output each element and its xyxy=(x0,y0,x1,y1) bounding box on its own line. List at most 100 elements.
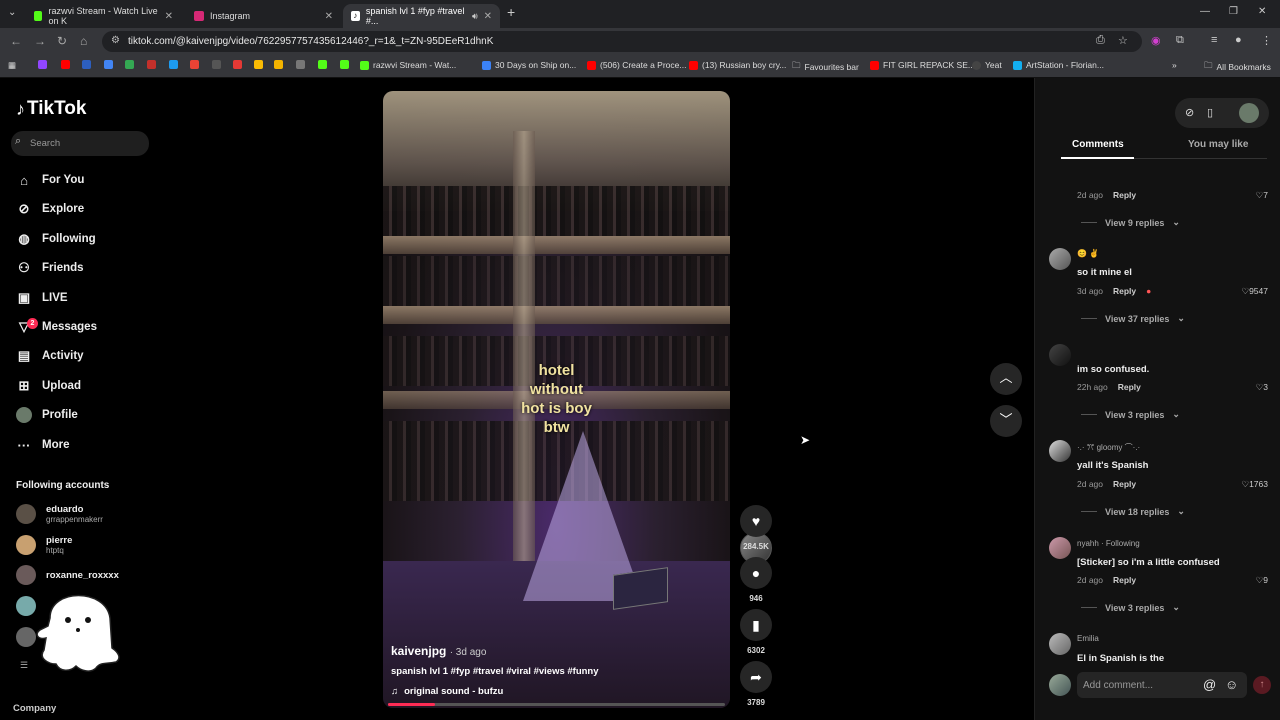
apps-icon[interactable]: ▦ xyxy=(8,60,16,71)
bookmark-folder[interactable]: 🗀 Favourites bar xyxy=(792,60,859,74)
reply-button[interactable]: Reply xyxy=(1113,286,1136,296)
all-bookmarks[interactable]: 🗀 All Bookmarks xyxy=(1204,60,1271,74)
extensions-icon[interactable]: ⧉ xyxy=(1176,34,1184,47)
maximize-button[interactable]: ❐ xyxy=(1229,6,1238,17)
bookmark-icon[interactable] xyxy=(254,60,263,69)
profile-avatar[interactable]: ● xyxy=(1235,34,1242,46)
new-tab-button[interactable]: + xyxy=(507,4,515,20)
comment-like[interactable]: ♡3 xyxy=(1256,382,1268,393)
tab-you-may-like[interactable]: You may like xyxy=(1188,139,1248,150)
bookmark-kick[interactable]: razwvi Stream - Wat... xyxy=(360,60,456,70)
nav-live[interactable]: ▣ LIVE xyxy=(16,288,68,308)
bookmark-icon[interactable] xyxy=(104,60,113,69)
comment-author[interactable]: Emilia xyxy=(1077,634,1099,643)
avatar[interactable] xyxy=(1049,633,1071,655)
bookmark-fitgirl[interactable]: FIT GIRL REPACK SE... xyxy=(870,60,975,70)
minimize-button[interactable]: — xyxy=(1200,6,1210,17)
nav-upload[interactable]: ⊞ Upload xyxy=(16,376,81,396)
home-icon[interactable]: ⌂ xyxy=(80,34,87,48)
comment-like[interactable]: ♡7 xyxy=(1256,190,1268,201)
share-button[interactable]: ➦ xyxy=(740,661,772,693)
close-icon[interactable]: ✕ xyxy=(325,11,333,22)
bookmark-icon[interactable] xyxy=(82,60,91,69)
reply-button[interactable]: Reply xyxy=(1118,382,1141,392)
video-author[interactable]: kaivenjpg · 3d ago xyxy=(391,644,486,658)
avatar[interactable] xyxy=(1049,248,1071,270)
back-icon[interactable]: ← xyxy=(10,34,22,48)
tab-search-icon[interactable]: ⌄ xyxy=(8,7,16,18)
avatar[interactable] xyxy=(1049,440,1071,462)
bookmark-youtube-2[interactable]: (13) Russian boy cry... xyxy=(689,60,786,70)
comment-author[interactable]: 😊 ✌ xyxy=(1077,249,1099,258)
tab-comments[interactable]: Comments xyxy=(1072,139,1124,150)
comment-button[interactable]: ● xyxy=(740,557,772,589)
menu-icon[interactable]: ⋮ xyxy=(1261,34,1272,47)
view-replies[interactable]: View 18 replies ⌄ xyxy=(1081,506,1185,517)
close-icon[interactable]: ✕ xyxy=(165,11,173,22)
bookmark-icon[interactable] xyxy=(125,60,134,69)
avatar[interactable] xyxy=(1239,103,1259,123)
bookmark-star-icon[interactable]: ☆ xyxy=(1118,34,1128,47)
nav-explore[interactable]: ⊘ Explore xyxy=(16,199,85,219)
forward-icon[interactable]: → xyxy=(34,34,46,48)
reload-icon[interactable]: ↻ xyxy=(57,34,67,48)
bookmark-icon[interactable] xyxy=(61,60,70,69)
bookmark-icon[interactable] xyxy=(212,60,221,69)
view-replies[interactable]: View 3 replies ⌄ xyxy=(1081,602,1180,613)
comment-author[interactable]: nyahh · Following xyxy=(1077,539,1140,548)
install-icon[interactable]: ⎙ xyxy=(1096,34,1105,47)
tab-instagram[interactable]: Instagram ✕ xyxy=(186,4,341,28)
video-sound[interactable]: ♫ original sound - bufzu xyxy=(391,686,503,697)
bookmark-ship[interactable]: 30 Days on Ship on... xyxy=(482,60,576,70)
speaker-icon[interactable]: 🔊︎ xyxy=(472,11,478,22)
video-player[interactable]: hotel without hot is boy btw kaivenjpg ·… xyxy=(383,91,730,708)
previous-video-button[interactable]: ︿ xyxy=(990,363,1022,395)
close-window-button[interactable]: ✕ xyxy=(1258,6,1266,17)
bookmark-icon[interactable] xyxy=(233,60,242,69)
view-replies[interactable]: View 9 replies ⌄ xyxy=(1081,217,1180,228)
nav-following[interactable]: ◍ Following xyxy=(16,229,95,249)
company-link[interactable]: Company xyxy=(13,703,56,714)
more-bookmarks-icon[interactable]: » xyxy=(1172,60,1177,70)
emoji-icon[interactable]: ☺ xyxy=(1225,677,1238,692)
account-item[interactable]: pierre htptq xyxy=(16,535,72,555)
reply-button[interactable]: Reply xyxy=(1113,575,1136,585)
bookmark-icon[interactable] xyxy=(340,60,349,69)
tab-tiktok[interactable]: ♪ spanish lvl 1 #fyp #travel #... 🔊︎ ✕ xyxy=(343,4,500,28)
extension-icon[interactable]: ◉ xyxy=(1151,34,1161,47)
bookmark-icon[interactable] xyxy=(318,60,327,69)
avatar[interactable] xyxy=(1049,344,1071,366)
bookmark-icon[interactable] xyxy=(38,60,47,69)
comment-like[interactable]: ♡9547 xyxy=(1241,286,1268,297)
comment-author[interactable]: ·.· ꔫ gloomy ⌒·.· xyxy=(1077,442,1140,453)
bookmark-yeat[interactable]: Yeat xyxy=(972,60,1002,70)
bookmark-icon[interactable] xyxy=(169,60,178,69)
like-button[interactable]: ♥ xyxy=(740,505,772,537)
nav-profile[interactable]: Profile xyxy=(16,405,78,425)
bookmark-youtube-1[interactable]: (506) Create a Proce... xyxy=(587,60,686,70)
tab-kick[interactable]: razwvi Stream - Watch Live on K ✕ xyxy=(26,4,181,28)
add-comment-input[interactable]: Add comment... @ ☺ xyxy=(1077,672,1247,698)
send-button[interactable]: ↑ xyxy=(1253,676,1271,694)
comment-like[interactable]: ♡1763 xyxy=(1241,479,1268,490)
mention-icon[interactable]: @ xyxy=(1203,677,1216,692)
view-replies[interactable]: View 37 replies ⌄ xyxy=(1081,313,1185,324)
media-icon[interactable]: ≡ xyxy=(1211,34,1217,46)
close-icon[interactable]: ✕ xyxy=(484,11,492,22)
reply-button[interactable]: Reply xyxy=(1113,479,1136,489)
search-input[interactable]: ⌕ Search xyxy=(11,131,149,156)
nav-more[interactable]: ··· More xyxy=(16,435,70,455)
compass-icon[interactable]: ⊘ xyxy=(1185,106,1194,119)
author-username[interactable]: kaivenjpg xyxy=(391,644,446,658)
reply-button[interactable]: Reply xyxy=(1113,190,1136,200)
bookmark-icon[interactable] xyxy=(274,60,283,69)
bookmark-icon[interactable] xyxy=(190,60,199,69)
comment-like[interactable]: ♡9 xyxy=(1256,575,1268,586)
nav-friends[interactable]: ⚇ Friends xyxy=(16,258,83,278)
avatar[interactable] xyxy=(1049,537,1071,559)
bookmark-artstation[interactable]: ArtStation - Florian... xyxy=(1013,60,1104,70)
nav-activity[interactable]: ▤ Activity xyxy=(16,346,84,366)
site-info-icon[interactable]: ⚙︎ xyxy=(111,35,120,46)
bookmark-icon[interactable] xyxy=(296,60,305,69)
account-item[interactable]: eduardo grrappenmakerr xyxy=(16,504,103,524)
